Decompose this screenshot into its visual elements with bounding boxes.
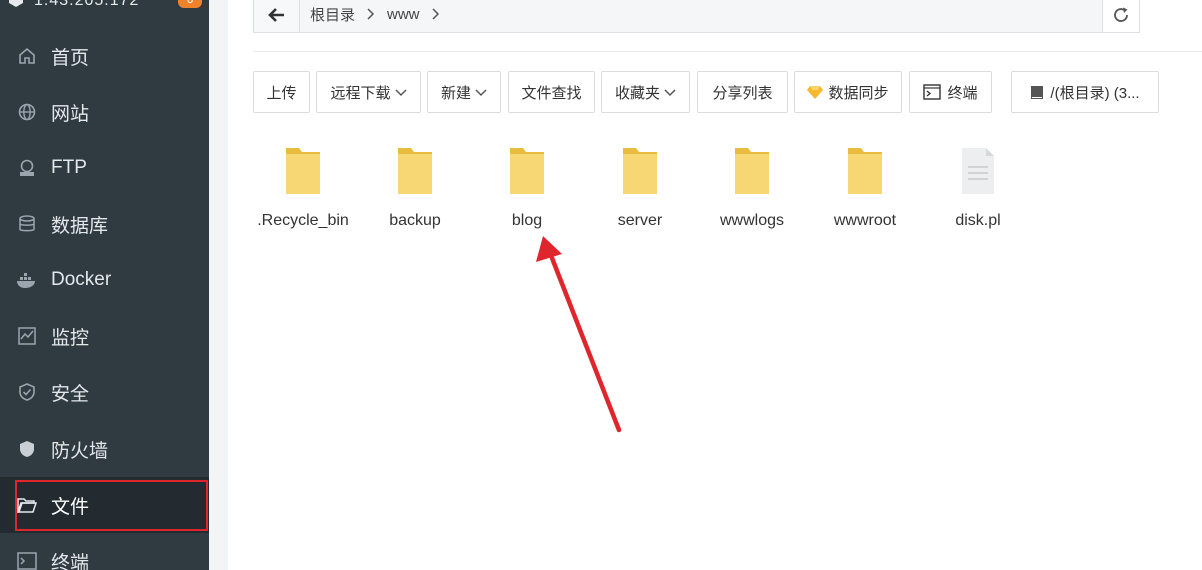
logo-icon	[9, 0, 23, 7]
chevron-down-icon	[475, 84, 487, 101]
divider	[253, 51, 1202, 52]
chevron-right-icon	[367, 7, 375, 23]
terminal-label: 终端	[947, 84, 978, 102]
gutter	[209, 0, 228, 570]
docker-icon	[16, 269, 38, 291]
new-button[interactable]: 新建	[427, 71, 501, 113]
upload-button[interactable]: 上传	[253, 71, 310, 113]
file-name: server	[617, 212, 663, 229]
sidebar-item-terminal[interactable]: 终端	[0, 533, 209, 570]
sidebar-item-label: 监控	[51, 327, 90, 349]
chevron-right-icon	[431, 7, 440, 23]
sidebar-item-files[interactable]: 文件	[0, 477, 209, 533]
breadcrumb-root[interactable]: 根目录	[310, 4, 355, 25]
file-name: wwwroot	[833, 212, 897, 229]
folder-icon	[623, 148, 657, 194]
firewall-icon	[16, 438, 38, 460]
refresh-icon	[1114, 7, 1128, 22]
favorites-label: 收藏夹	[614, 84, 660, 102]
sidebar-item-website[interactable]: 网站	[0, 84, 209, 140]
folder-icon	[286, 148, 320, 194]
file-name: backup	[389, 212, 441, 229]
file-item-server[interactable]: server	[590, 140, 690, 240]
sidebar-item-label: 首页	[51, 47, 90, 69]
folder-icon	[510, 148, 544, 194]
sidebar: 1.43.205.172 6 首页 网站 FTP 数据库 Docker	[0, 0, 209, 570]
disk-button[interactable]: /(根目录) (3...	[1011, 71, 1159, 113]
notification-badge[interactable]: 6	[178, 0, 202, 8]
file-search-button[interactable]: 文件查找	[508, 71, 595, 113]
file-name: blog	[511, 212, 543, 229]
file-name: wwwlogs	[719, 212, 784, 229]
ftp-icon	[16, 157, 38, 179]
share-list-button[interactable]: 分享列表	[697, 71, 788, 113]
document-icon	[962, 148, 994, 194]
monitor-icon	[16, 325, 38, 347]
file-name: disk.pl	[955, 212, 1001, 229]
path-bar: 根目录 www	[253, 0, 1140, 33]
terminal-icon	[16, 550, 38, 570]
data-sync-label: 数据同步	[828, 84, 889, 102]
server-name: 1.43.205.172	[34, 0, 140, 9]
server-header: 1.43.205.172 6	[0, 0, 209, 12]
folder-open-icon	[16, 494, 38, 516]
terminal-icon	[923, 84, 942, 100]
sidebar-item-label: 安全	[51, 383, 90, 405]
breadcrumb-www[interactable]: www	[387, 6, 420, 23]
sidebar-item-firewall[interactable]: 防火墙	[0, 421, 209, 477]
file-search-label: 文件查找	[521, 84, 582, 102]
sidebar-item-ftp[interactable]: FTP	[0, 140, 209, 196]
file-item-backup[interactable]: backup	[365, 140, 465, 240]
file-item-recycle-bin[interactable]: .Recycle_bin	[253, 140, 353, 240]
share-list-label: 分享列表	[712, 84, 773, 102]
sidebar-item-docker[interactable]: Docker	[0, 252, 209, 308]
sidebar-item-home[interactable]: 首页	[0, 28, 209, 84]
sidebar-item-database[interactable]: 数据库	[0, 196, 209, 252]
sidebar-item-label: 文件	[51, 496, 90, 518]
upload-label: 上传	[266, 84, 297, 102]
new-label: 新建	[440, 84, 471, 102]
back-button[interactable]	[254, 0, 300, 32]
sidebar-item-label: Docker	[51, 269, 112, 290]
terminal-button[interactable]: 终端	[909, 71, 992, 113]
sidebar-item-security[interactable]: 安全	[0, 364, 209, 420]
folder-icon	[398, 148, 432, 194]
sidebar-item-label: 防火墙	[51, 440, 109, 462]
remote-download-button[interactable]: 远程下载	[316, 71, 421, 113]
sidebar-item-monitor[interactable]: 监控	[0, 308, 209, 364]
file-manager: 根目录 www 上传 远程下载 新建 文件查找 收藏夹 分享列表 数据同步 终端…	[228, 0, 1202, 570]
shield-icon	[16, 381, 38, 403]
file-item-blog[interactable]: blog	[477, 140, 577, 240]
refresh-button[interactable]	[1102, 0, 1139, 32]
chevron-down-icon	[664, 84, 676, 101]
favorites-button[interactable]: 收藏夹	[601, 71, 690, 113]
remote-download-label: 远程下载	[330, 84, 391, 102]
file-item-wwwroot[interactable]: wwwroot	[815, 140, 915, 240]
hard-drive-icon	[1031, 86, 1044, 99]
sidebar-item-label: FTP	[51, 157, 87, 178]
chevron-down-icon	[394, 84, 407, 101]
data-sync-button[interactable]: 数据同步	[794, 71, 902, 113]
diamond-icon	[807, 86, 824, 99]
folder-icon	[848, 148, 882, 194]
folder-icon	[735, 148, 769, 194]
arrow-left-icon	[267, 7, 284, 22]
sidebar-item-label: 网站	[51, 103, 90, 125]
disk-label: /(根目录) (3...	[1050, 84, 1140, 102]
file-name: .Recycle_bin	[257, 212, 349, 229]
home-icon	[16, 45, 38, 67]
sidebar-item-label: 数据库	[51, 215, 109, 237]
database-icon	[16, 213, 38, 235]
file-item-disk-pl[interactable]: disk.pl	[928, 140, 1028, 240]
file-item-wwwlogs[interactable]: wwwlogs	[702, 140, 802, 240]
sidebar-item-label: 终端	[51, 552, 90, 570]
globe-icon	[16, 101, 38, 123]
breadcrumb: 根目录 www	[310, 0, 452, 32]
